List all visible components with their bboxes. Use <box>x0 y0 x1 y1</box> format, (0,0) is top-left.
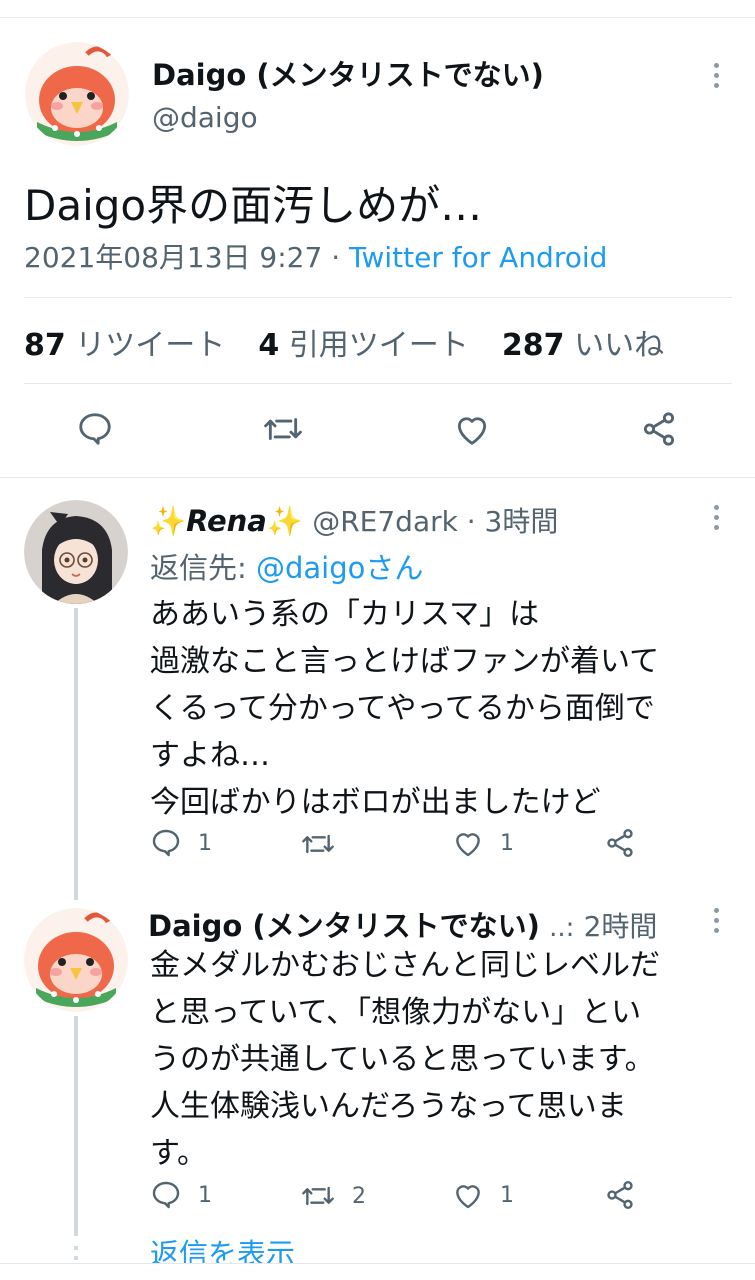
likes-label: いいね <box>574 328 665 363</box>
like-count: 1 <box>500 830 514 856</box>
likes-count: 287 <box>501 328 565 363</box>
meta-separator: · <box>331 241 341 274</box>
bird-avatar-icon <box>24 908 128 1012</box>
retweet-icon[interactable] <box>262 410 304 448</box>
more-options-icon[interactable] <box>713 63 719 88</box>
retweet-count: 2 <box>352 1183 366 1209</box>
retweet-icon <box>302 834 334 854</box>
share-icon[interactable] <box>604 1179 636 1215</box>
text-line: うのが共通していると思っています。 <box>150 1042 655 1077</box>
thread-line <box>74 608 78 900</box>
tweet-date: 2021年08月13日 9:27 <box>24 241 323 274</box>
text-line: 人生体験浅いんだろうなって思いま <box>150 1089 627 1124</box>
text-line: ああいう系の「カリスマ」は <box>150 597 540 632</box>
author-name[interactable]: Daigo (メンタリストでない) <box>152 52 544 94</box>
replying-to-link[interactable]: @daigoさん <box>256 551 423 585</box>
like-action[interactable]: 1 <box>452 1180 514 1210</box>
timestamp[interactable]: 2時間 <box>584 910 658 943</box>
avatar[interactable] <box>24 908 128 1012</box>
avatar[interactable] <box>24 500 128 604</box>
share-icon[interactable] <box>604 827 636 863</box>
truncation-ellipsis: ..: <box>549 913 575 943</box>
share-icon[interactable] <box>640 410 678 448</box>
text-line: 過激なこと言っとけばファンが着いて <box>150 644 660 679</box>
reply-header: ✨Rena✨ @RE7dark · 3時間 <box>150 500 558 540</box>
quotes-count: 4 <box>258 328 280 363</box>
replying-to: 返信先: @daigoさん <box>150 545 423 587</box>
tweet-meta: 2021年08月13日 9:27 · Twitter for Android <box>24 236 607 276</box>
user-name[interactable]: Daigo (メンタリストでない) <box>148 909 540 943</box>
text-line: す。 <box>150 1136 207 1171</box>
tweet-source-link[interactable]: Twitter for Android <box>349 241 607 274</box>
bottom-edge <box>0 1263 755 1280</box>
retweets-count: 87 <box>24 328 66 363</box>
retweets-label: リツイート <box>75 328 226 363</box>
stats-top-divider <box>24 297 732 298</box>
like-action[interactable]: 1 <box>452 828 514 858</box>
main-tweet-bottom-divider <box>0 477 755 478</box>
user-name[interactable]: ✨Rena✨ <box>150 504 303 538</box>
retweet-action[interactable]: 2 <box>300 1180 366 1212</box>
text-line: くるって分かってやってるから面倒で <box>150 691 655 726</box>
reply-icon <box>152 1181 180 1209</box>
bird-avatar-icon <box>25 42 129 146</box>
like-icon <box>456 1185 480 1209</box>
reply-header: Daigo (メンタリストでない) ..: 2時間 <box>148 903 657 945</box>
like-count: 1 <box>500 1182 514 1208</box>
text-line: と思っていて、「想像力がない」とい <box>150 995 642 1030</box>
thread-line <box>74 1016 78 1236</box>
more-options-icon[interactable] <box>713 505 719 530</box>
thread-dot <box>74 1256 78 1260</box>
handle-time[interactable]: @RE7dark · 3時間 <box>312 505 558 538</box>
like-icon <box>456 833 480 857</box>
text-line: すよね… <box>150 738 270 773</box>
avatar[interactable] <box>25 42 129 146</box>
retweet-action[interactable] <box>300 828 352 860</box>
text-line: 金メダルかむおじさんと同じレベルだ <box>150 948 660 983</box>
reply-icon <box>152 829 180 857</box>
replying-prefix: 返信先: <box>150 551 247 585</box>
display-name: Rena <box>186 504 267 538</box>
reply-count: 1 <box>198 830 212 856</box>
text-line: 今回ばかりはボロが出ましたけど <box>150 785 601 820</box>
quotes-stat[interactable]: 4 引用ツイート <box>258 328 468 363</box>
reply-count: 1 <box>198 1182 212 1208</box>
reply-action[interactable]: 1 <box>150 1179 212 1211</box>
tweet-text: Daigo界の面汚しめが… <box>24 181 483 230</box>
likes-stat[interactable]: 287 いいね <box>502 328 664 363</box>
girl-avatar-icon <box>24 500 128 604</box>
tweet-stats: 87 リツイート 4 引用ツイート 287 いいね <box>24 320 664 364</box>
sparkle-left: ✨ <box>150 504 187 538</box>
retweet-icon <box>302 1186 334 1206</box>
quotes-label: 引用ツイート <box>288 328 469 363</box>
sparkle-right: ✨ <box>266 504 303 538</box>
more-options-icon[interactable] <box>713 908 719 933</box>
top-divider <box>0 17 755 18</box>
bottom-divider <box>0 1263 755 1264</box>
reply-text: ああいう系の「カリスマ」は 過激なこと言っとけばファンが着いて くるって分かって… <box>150 591 740 826</box>
like-icon[interactable] <box>453 411 491 447</box>
stats-bottom-divider <box>24 383 732 384</box>
reply-icon[interactable] <box>76 410 114 448</box>
author-handle[interactable]: @daigo <box>152 101 258 134</box>
reply-action[interactable]: 1 <box>150 827 212 859</box>
retweets-stat[interactable]: 87 リツイート <box>24 328 225 363</box>
reply-text: 金メダルかむおじさんと同じレベルだ と思っていて、「想像力がない」とい うのが共… <box>150 942 740 1177</box>
thread-dot <box>74 1246 78 1250</box>
